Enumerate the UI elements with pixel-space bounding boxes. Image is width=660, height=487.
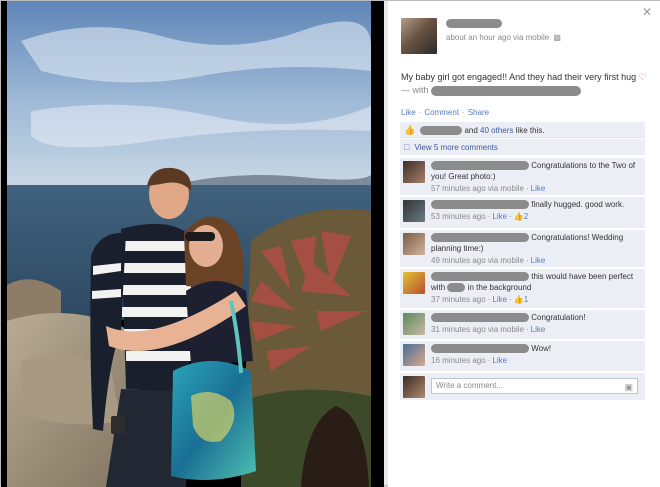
comment-item: Wow! 16 minutes ago · Like xyxy=(400,340,645,371)
commenter-avatar[interactable] xyxy=(403,344,425,366)
comment-item: Congratulation! 31 minutes ago via mobil… xyxy=(400,309,645,339)
thumbs-up-icon: 👍 xyxy=(513,295,524,304)
comment-item: Congratulations to the Two of you! Great… xyxy=(400,157,645,195)
view-more-comments[interactable]: □ View 5 more comments xyxy=(400,139,645,155)
engagement-photo xyxy=(1,1,371,487)
post-message: My baby girl got engaged!! And they had … xyxy=(401,72,637,82)
likes-summary: 👍 and 40 others like this. xyxy=(400,122,645,138)
comment-like-link[interactable]: Like xyxy=(492,212,507,221)
comment-time[interactable]: 57 minutes ago via mobile xyxy=(431,184,524,193)
likes-suffix: like this. xyxy=(515,126,545,135)
post-timestamp[interactable]: about an hour ago via mobile xyxy=(446,33,549,42)
commenter-name-redacted[interactable] xyxy=(431,233,529,243)
commenter-avatar[interactable] xyxy=(403,313,425,335)
comment-text: Congratulation! xyxy=(531,313,586,322)
comment-time[interactable]: 49 minutes ago via mobile xyxy=(431,256,524,265)
tagged-people-redacted[interactable] xyxy=(431,85,582,96)
comment-item: this would have been perfect with in the… xyxy=(400,268,645,308)
view-more-label[interactable]: View 5 more comments xyxy=(414,143,497,152)
close-icon[interactable]: ✕ xyxy=(642,5,652,19)
comment-like-link[interactable]: Like xyxy=(492,356,507,365)
thumbs-up-icon: 👍 xyxy=(513,212,524,221)
comment-time[interactable]: 16 minutes ago xyxy=(431,356,486,365)
liker-name-redacted[interactable] xyxy=(420,126,463,136)
comment-composer: Write a comment... ▣ xyxy=(400,372,645,400)
comment-time[interactable]: 53 minutes ago xyxy=(431,212,486,221)
comment-bubble-icon: □ xyxy=(404,142,410,152)
commenter-avatar[interactable] xyxy=(403,272,425,294)
photo-pane[interactable] xyxy=(1,1,384,487)
post-meta: about an hour ago via mobile ▩ xyxy=(446,33,561,42)
comment-likes-count[interactable]: 1 xyxy=(524,295,528,304)
comment-item: Congratulations! Wedding planning time:)… xyxy=(400,229,645,267)
comment-input-placeholder[interactable]: Write a comment... xyxy=(436,381,503,390)
commenter-name-redacted[interactable] xyxy=(431,344,529,354)
comment-text: Wow! xyxy=(531,344,552,353)
likes-and: and xyxy=(464,126,478,135)
comment-likes-count[interactable]: 2 xyxy=(524,212,528,221)
post-text: My baby girl got engaged!! And they had … xyxy=(401,71,651,97)
like-link[interactable]: Like xyxy=(401,108,416,117)
photo-viewer: ✕ about an hour ago via mobile ▩ My baby… xyxy=(0,0,660,487)
others-link[interactable]: 40 others xyxy=(480,126,513,135)
comment-time[interactable]: 37 minutes ago xyxy=(431,295,486,304)
commenter-avatar[interactable] xyxy=(403,200,425,222)
comment-item: finally hugged. good work. 53 minutes ag… xyxy=(400,196,645,228)
commenter-avatar[interactable] xyxy=(403,233,425,255)
comment-like-link[interactable]: Like xyxy=(531,184,546,193)
heart-icon: ♡ xyxy=(638,72,647,82)
commenter-avatar[interactable] xyxy=(403,161,425,183)
mobile-icon: ▩ xyxy=(553,33,561,42)
post-actions: Like · Comment · Share xyxy=(401,108,490,117)
comment-text: finally hugged. good work. xyxy=(531,200,625,209)
commenter-name-redacted[interactable] xyxy=(431,313,529,323)
comment-like-link[interactable]: Like xyxy=(531,256,546,265)
commenter-name-redacted[interactable] xyxy=(431,272,529,282)
thumbs-up-icon: 👍 xyxy=(404,125,416,135)
share-link[interactable]: Share xyxy=(468,108,489,117)
camera-icon[interactable]: ▣ xyxy=(624,380,633,394)
comment-input[interactable]: Write a comment... ▣ xyxy=(431,378,638,394)
with-label: — with xyxy=(401,85,429,95)
comment-like-link[interactable]: Like xyxy=(492,295,507,304)
author-avatar[interactable] xyxy=(401,18,437,54)
current-user-avatar xyxy=(403,376,425,398)
mentioned-name-redacted[interactable] xyxy=(447,283,466,293)
comment-text-b: in the background xyxy=(467,283,532,292)
comment-link[interactable]: Comment xyxy=(424,108,459,117)
comment-like-link[interactable]: Like xyxy=(531,325,546,334)
post-sidebar: ✕ about an hour ago via mobile ▩ My baby… xyxy=(388,1,660,487)
commenter-name-redacted[interactable] xyxy=(431,161,529,171)
author-name-redacted[interactable] xyxy=(446,19,502,28)
commenter-name-redacted[interactable] xyxy=(431,200,529,210)
comment-time[interactable]: 31 minutes ago via mobile xyxy=(431,325,524,334)
